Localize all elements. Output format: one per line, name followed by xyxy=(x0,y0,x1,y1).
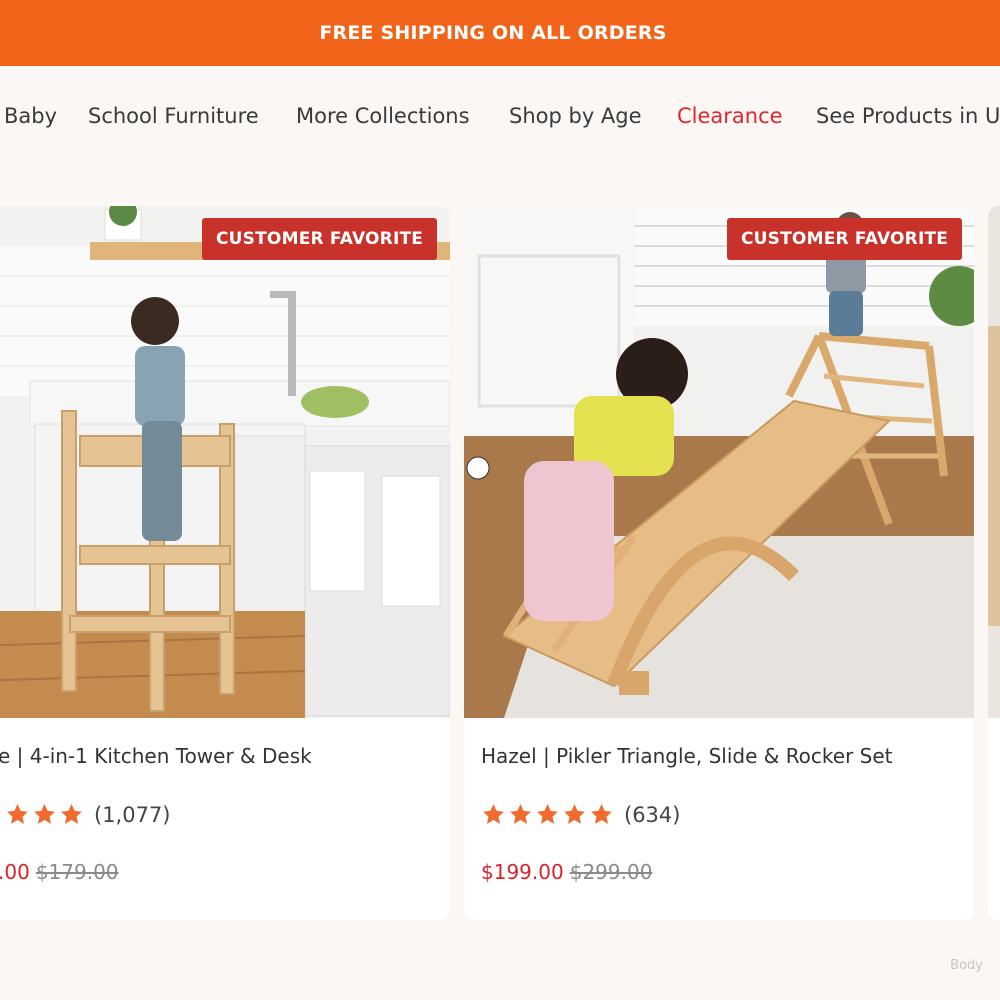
star-icon xyxy=(537,804,558,824)
product-image[interactable]: CUSTOMER FAVORITE xyxy=(464,206,974,718)
watermark-text: Body xyxy=(950,958,983,973)
review-count: (634) xyxy=(624,802,681,827)
product-price: $199.00 $299.00 xyxy=(481,860,652,884)
nav-item-shop-by-age[interactable]: Shop by Age xyxy=(509,104,642,128)
star-icon xyxy=(61,804,82,824)
star-rating xyxy=(481,802,614,827)
compare-price: $299.00 xyxy=(569,860,653,884)
star-icon xyxy=(510,804,531,824)
product-card-partial[interactable] xyxy=(988,206,1000,920)
main-nav: Baby School Furniture More Collections S… xyxy=(0,66,1000,170)
nav-item-baby[interactable]: Baby xyxy=(4,104,57,128)
star-icon xyxy=(483,804,504,824)
announcement-bar: FREE SHIPPING ON ALL ORDERS xyxy=(0,0,1000,66)
star-icon xyxy=(34,804,55,824)
nav-item-clearance[interactable]: Clearance xyxy=(677,104,783,128)
star-icon xyxy=(591,804,612,824)
product-card[interactable]: CUSTOMER FAVORITE e | 4-in-1 Kitchen Tow… xyxy=(0,206,450,920)
nav-item-school-furniture[interactable]: School Furniture xyxy=(88,104,259,128)
compare-price: $179.00 xyxy=(35,860,119,884)
sale-price: $199.00 xyxy=(481,860,564,884)
product-price: .00 $179.00 xyxy=(0,860,119,884)
review-count: (1,077) xyxy=(94,802,171,827)
customer-favorite-badge: CUSTOMER FAVORITE xyxy=(727,218,963,260)
product-title[interactable]: Hazel | Pikler Triangle, Slide & Rocker … xyxy=(481,744,893,768)
star-icon xyxy=(7,804,28,824)
star-rating xyxy=(0,802,84,827)
star-icon xyxy=(0,811,1,813)
announcement-text: FREE SHIPPING ON ALL ORDERS xyxy=(319,22,667,44)
product-title[interactable]: e | 4-in-1 Kitchen Tower & Desk xyxy=(0,744,312,768)
product-card[interactable]: CUSTOMER FAVORITE Hazel | Pikler Triangl… xyxy=(464,206,974,920)
sale-price: .00 xyxy=(0,860,30,884)
product-rating: (1,077) xyxy=(0,802,171,827)
product-image[interactable]: CUSTOMER FAVORITE xyxy=(0,206,450,718)
nav-item-see-products[interactable]: See Products in U xyxy=(816,104,1000,128)
customer-favorite-badge: CUSTOMER FAVORITE xyxy=(202,218,438,260)
product-image[interactable] xyxy=(988,206,1000,718)
star-icon xyxy=(564,804,585,824)
product-rating: (634) xyxy=(481,802,680,827)
nav-item-more-collections[interactable]: More Collections xyxy=(296,104,470,128)
